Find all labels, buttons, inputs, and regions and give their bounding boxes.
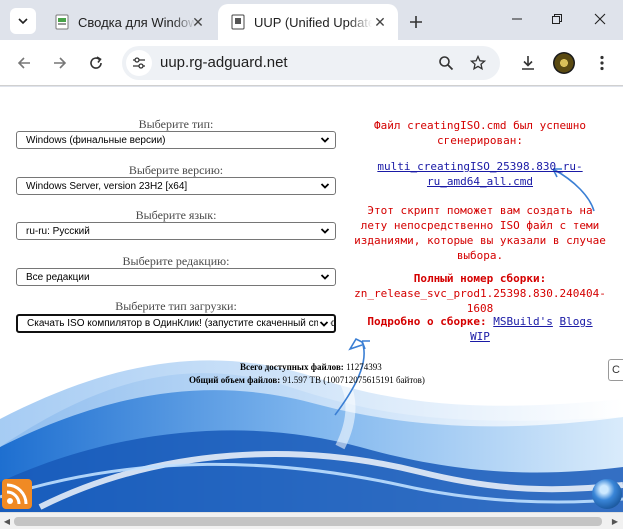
build-value: zn_release_svc_prod1.25398.830.240404- [354, 287, 606, 300]
minimize-icon [512, 18, 522, 20]
search-icon [439, 56, 454, 71]
tab-title: Сводка для Window [78, 14, 196, 30]
language-select[interactable]: ru-ru: Русский [16, 222, 336, 240]
msbuild-link[interactable]: MSBuild's [493, 315, 553, 328]
chevron-down-icon [318, 318, 330, 330]
download-type-select-value: Скачать ISO компилятор в ОдинКлик! (запу… [27, 318, 336, 329]
total-files-value: 11274393 [346, 362, 382, 372]
chevron-down-icon [319, 180, 331, 192]
type-select-value: Windows (финальные версии) [26, 134, 166, 146]
scroll-right-icon[interactable]: ▶ [610, 516, 620, 526]
maximize-button[interactable] [537, 6, 577, 32]
zoom-search-button[interactable] [434, 51, 458, 75]
close-window-button[interactable] [580, 6, 620, 32]
success-message: Файл creatingISO.cmd был успешно сгенери… [350, 118, 610, 148]
page-favicon-icon [231, 14, 245, 30]
tab-title: UUP (Unified Update [254, 14, 372, 30]
total-files-stat: Всего доступных файлов: 11274393 [240, 362, 560, 372]
star-icon [470, 55, 486, 71]
tab-uup[interactable]: UUP (Unified Update ✕ [218, 4, 398, 40]
arrow-right-icon [54, 57, 67, 69]
download-type-label: Выберите тип загрузки: [115, 299, 237, 313]
total-files-label: Всего доступных файлов: [240, 362, 344, 372]
language-label: Выберите язык: [135, 208, 217, 222]
chevron-down-icon [18, 18, 28, 25]
details-label: Подробно о сборке: [367, 315, 487, 328]
back-button[interactable] [10, 49, 38, 77]
arrow-left-icon [17, 57, 30, 69]
restore-icon [552, 14, 562, 24]
description-line: изданиями, которые вы указали в случае [354, 234, 606, 247]
plus-icon [410, 16, 422, 28]
url-text[interactable]: uup.rg-adguard.net [160, 54, 288, 71]
tune-icon [133, 57, 145, 69]
version-label: Выберите версию: [128, 163, 224, 177]
description-line: Этот скрипт поможет вам создать на [367, 204, 593, 217]
edition-select-value: Все редакции [26, 271, 90, 283]
total-size-label: Общий объем файлов: [189, 375, 281, 385]
minimize-button[interactable] [497, 6, 537, 32]
tab-search-dropdown-button[interactable] [10, 8, 36, 34]
page-content: Выберите тип: Windows (финальные версии)… [0, 87, 623, 529]
scrollbar-thumb[interactable] [14, 517, 602, 526]
language-select-value: ru-ru: Русский [26, 225, 90, 237]
type-label: Выберите тип: [138, 117, 214, 131]
chevron-down-icon [319, 271, 331, 283]
new-tab-button[interactable] [404, 10, 428, 34]
build-number: Полный номер сборки: zn_release_svc_prod… [350, 271, 610, 316]
download-type-select[interactable]: Скачать ISO компилятор в ОдинКлик! (запу… [16, 314, 336, 333]
description-line: выбора. [456, 249, 504, 262]
reload-button[interactable] [82, 49, 110, 77]
success-line: Файл creatingISO.cmd был успешно [374, 119, 586, 132]
menu-button[interactable] [588, 49, 616, 77]
success-line: сгенерирован: [436, 134, 524, 147]
edition-label: Выберите редакцию: [122, 254, 230, 268]
chevron-down-icon [319, 134, 331, 146]
scroll-left-icon[interactable]: ◀ [2, 516, 12, 526]
total-size-stat: Общий объем файлов: 91.597 TB (100712075… [189, 375, 509, 385]
close-icon[interactable]: ✕ [190, 14, 206, 30]
bookmark-button[interactable] [466, 51, 490, 75]
tab-strip: Сводка для Window ✕ UUP (Unified Update … [0, 0, 623, 40]
edition-select[interactable]: Все редакции [16, 268, 336, 286]
downloads-button[interactable] [514, 49, 542, 77]
blogs-link[interactable]: Blogs [559, 315, 592, 328]
forward-button[interactable] [46, 49, 74, 77]
close-icon [594, 13, 606, 25]
cmd-file-link[interactable]: multi_creatingISO_25398.830_ru- ru_amd64… [350, 159, 610, 189]
build-details: Подробно о сборке: MSBuild's Blogs WIP [350, 314, 610, 344]
build-label: Полный номер сборки: [413, 272, 547, 285]
side-panel-tab[interactable]: C [608, 359, 623, 381]
page-favicon-icon [55, 14, 69, 30]
wip-link[interactable]: WIP [470, 330, 490, 343]
cmd-file-link-text[interactable]: multi_creatingISO_25398.830_ru- [350, 159, 610, 174]
horizontal-scrollbar[interactable]: ◀ ▶ [0, 512, 623, 529]
rss-icon[interactable] [2, 479, 32, 509]
download-icon [522, 56, 534, 70]
chevron-down-icon [319, 225, 331, 237]
site-info-button[interactable] [126, 50, 152, 76]
total-size-value: 91.597 TB (100712075615191 байтов) [282, 375, 425, 385]
version-select-value: Windows Server, version 23H2 [x64] [26, 180, 188, 192]
profile-avatar[interactable] [553, 52, 575, 74]
more-vertical-icon [600, 55, 604, 71]
close-icon[interactable]: ✕ [372, 14, 388, 30]
address-bar[interactable]: uup.rg-adguard.net [122, 46, 500, 80]
browser-toolbar: uup.rg-adguard.net [0, 40, 623, 86]
type-select[interactable]: Windows (финальные версии) [16, 131, 336, 149]
tab-windows-summary[interactable]: Сводка для Window ✕ [44, 4, 216, 40]
version-select[interactable]: Windows Server, version 23H2 [x64] [16, 177, 336, 195]
cmd-file-link-text[interactable]: ru_amd64_all.cmd [350, 174, 610, 189]
globe-icon[interactable] [592, 479, 622, 509]
description-line: лету непосредственно ISO файл с теми [360, 219, 600, 232]
script-description: Этот скрипт поможет вам создать на лету … [350, 203, 610, 263]
reload-icon [90, 56, 102, 69]
